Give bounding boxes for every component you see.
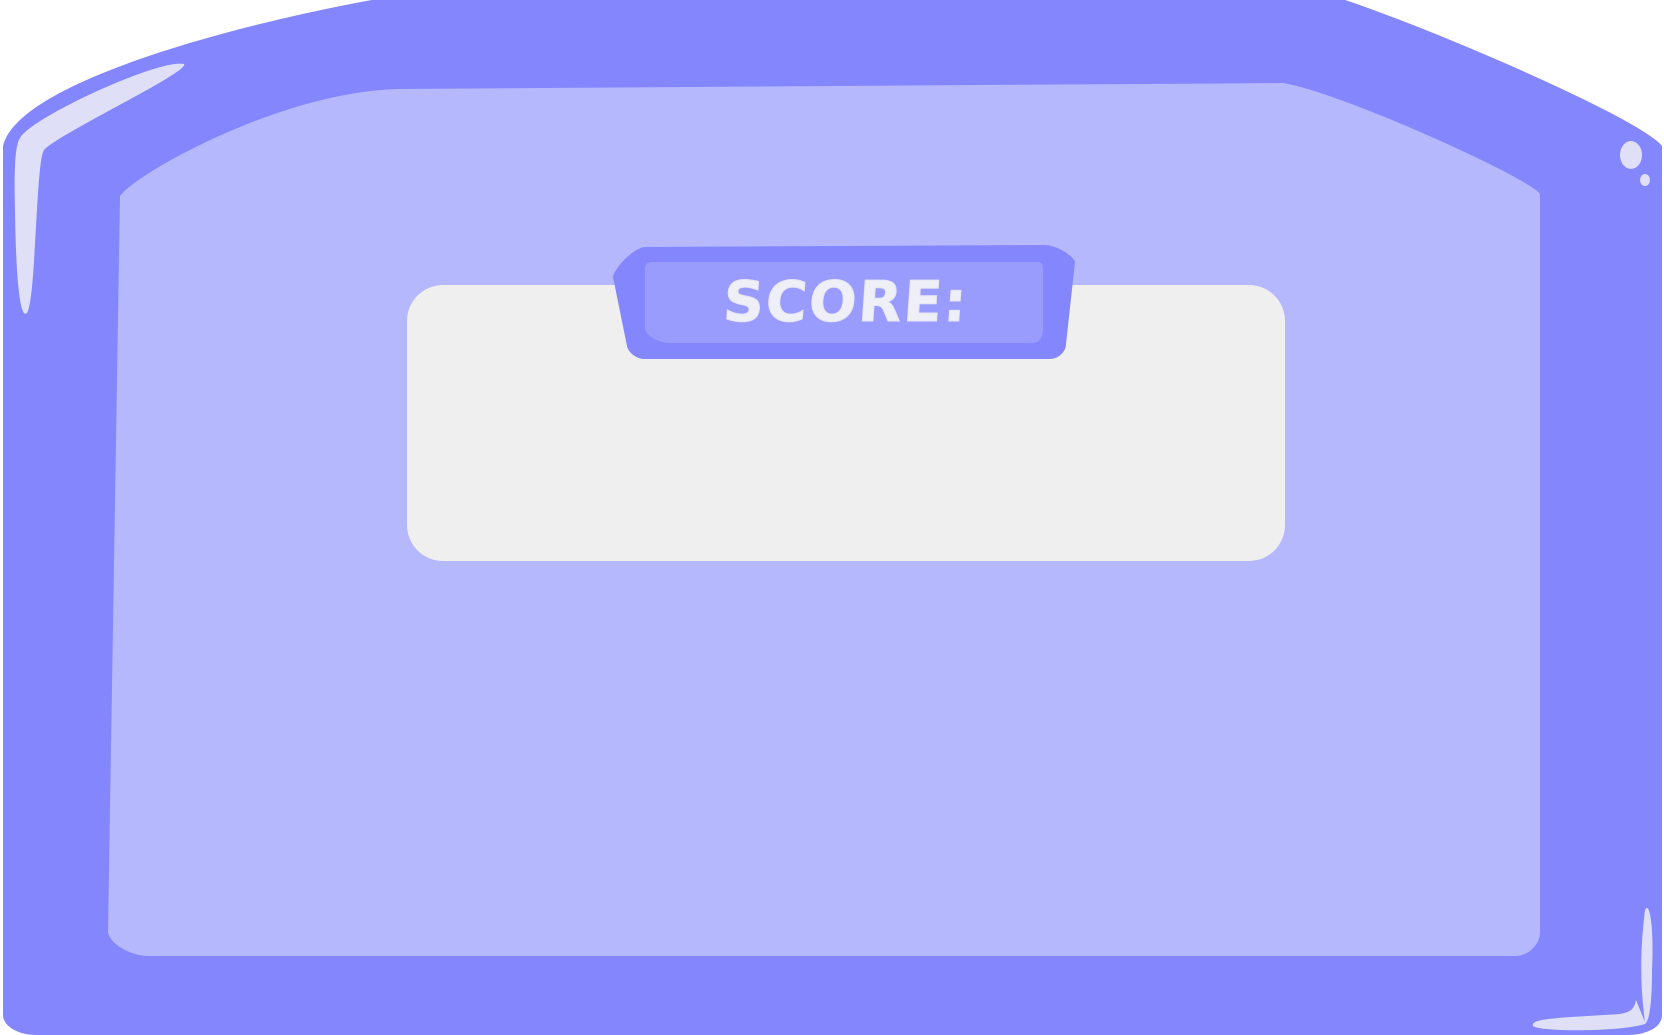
top-right-dot-small [1640,174,1650,186]
top-right-dot-large [1620,141,1642,169]
score-value [407,370,1285,550]
score-panel: SCORE: [0,0,1664,1035]
score-label: SCORE: [721,269,971,335]
